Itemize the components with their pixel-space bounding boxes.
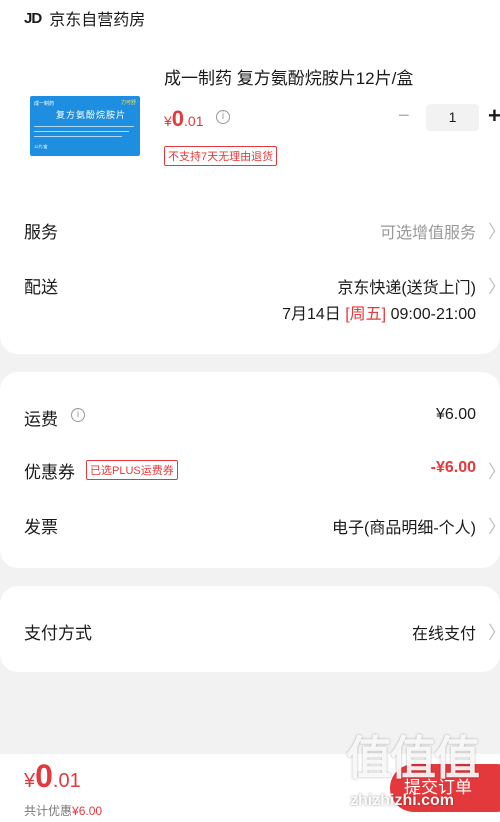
thumbnail-text-line	[34, 136, 122, 137]
store-header[interactable]: JD 京东自营药房	[24, 6, 145, 30]
total-discount: 共计优惠¥6.00	[24, 802, 102, 819]
checkout-bar: ¥ 0 .01 共计优惠¥6.00 提交订单	[0, 754, 500, 822]
chevron-right-icon: 〉	[488, 458, 500, 484]
total-integer: 0	[35, 758, 53, 794]
quantity-input[interactable]: 1	[426, 104, 479, 131]
thumbnail-brand: 成一制药	[34, 101, 55, 107]
payment-label: 支付方式	[24, 624, 92, 643]
no-return-tag: 不支持7天无理由退货	[164, 146, 278, 166]
coupon-value: -¥6.00	[430, 459, 476, 476]
thumbnail-text-line	[34, 126, 134, 127]
price-info-icon[interactable]: i	[216, 110, 230, 124]
invoice-value: 电子(商品明细-个人)	[332, 520, 476, 537]
invoice-label: 发票	[24, 518, 58, 537]
product-price: ¥ 0 .01	[164, 106, 204, 132]
product-title[interactable]: 成一制药 复方氨酚烷胺片12片/盒	[164, 64, 413, 89]
store-name: 京东自营药房	[49, 12, 146, 29]
coupon-tag: 已选PLUS运费券	[86, 460, 178, 480]
chevron-right-icon: 〉	[488, 273, 500, 299]
thumbnail-count: 12片/盒	[34, 144, 48, 149]
delivery-weekday: [周五]	[345, 306, 387, 323]
total-currency: ¥	[24, 770, 36, 792]
delivery-label: 配送	[24, 278, 58, 297]
total-decimal: .01	[52, 770, 81, 792]
saved-label: 共计优惠	[24, 804, 73, 818]
thumbnail-text-line	[34, 131, 129, 132]
chevron-right-icon: 〉	[488, 619, 500, 645]
service-label: 服务	[24, 223, 58, 242]
order-total: ¥ 0 .01	[24, 758, 81, 795]
coupon-label: 优惠券	[24, 463, 75, 482]
service-value: 可选增值服务	[379, 225, 476, 242]
price-currency: ¥	[164, 113, 172, 129]
quantity-plus-button[interactable]: +	[488, 103, 500, 129]
fee-card	[0, 372, 500, 568]
delivery-date: 7月14日	[282, 306, 341, 323]
saved-value: ¥6.00	[72, 804, 103, 818]
chevron-right-icon: 〉	[488, 218, 500, 244]
freight-info-icon[interactable]: i	[71, 408, 85, 422]
freight-label: 运费	[24, 410, 58, 429]
thumbnail-brand-right: 力可舒	[120, 100, 136, 106]
price-integer: 0	[171, 106, 185, 131]
price-decimal: .01	[184, 113, 204, 129]
thumbnail-product-name: 复方氨酚烷胺片	[56, 110, 127, 120]
product-thumbnail[interactable]: 成一制药 力可舒 复方氨酚烷胺片 12片/盒	[30, 96, 140, 156]
submit-order-button[interactable]: 提交订单	[390, 764, 500, 812]
quantity-minus-button[interactable]: −	[398, 105, 410, 128]
delivery-time: 09:00-21:00	[390, 306, 476, 323]
product-card: JD 京东自营药房 成一制药 力可舒 复方氨酚烷胺片 12片/盒 成一制药 复方…	[0, 0, 500, 354]
delivery-schedule: 7月14日 [周五] 09:00-21:00	[282, 300, 476, 324]
delivery-method: 京东快递(送货上门)	[337, 280, 476, 297]
payment-value: 在线支付	[411, 626, 476, 643]
jd-logo-icon: JD	[24, 9, 42, 27]
chevron-right-icon: 〉	[488, 513, 500, 539]
freight-value: ¥6.00	[435, 406, 476, 423]
